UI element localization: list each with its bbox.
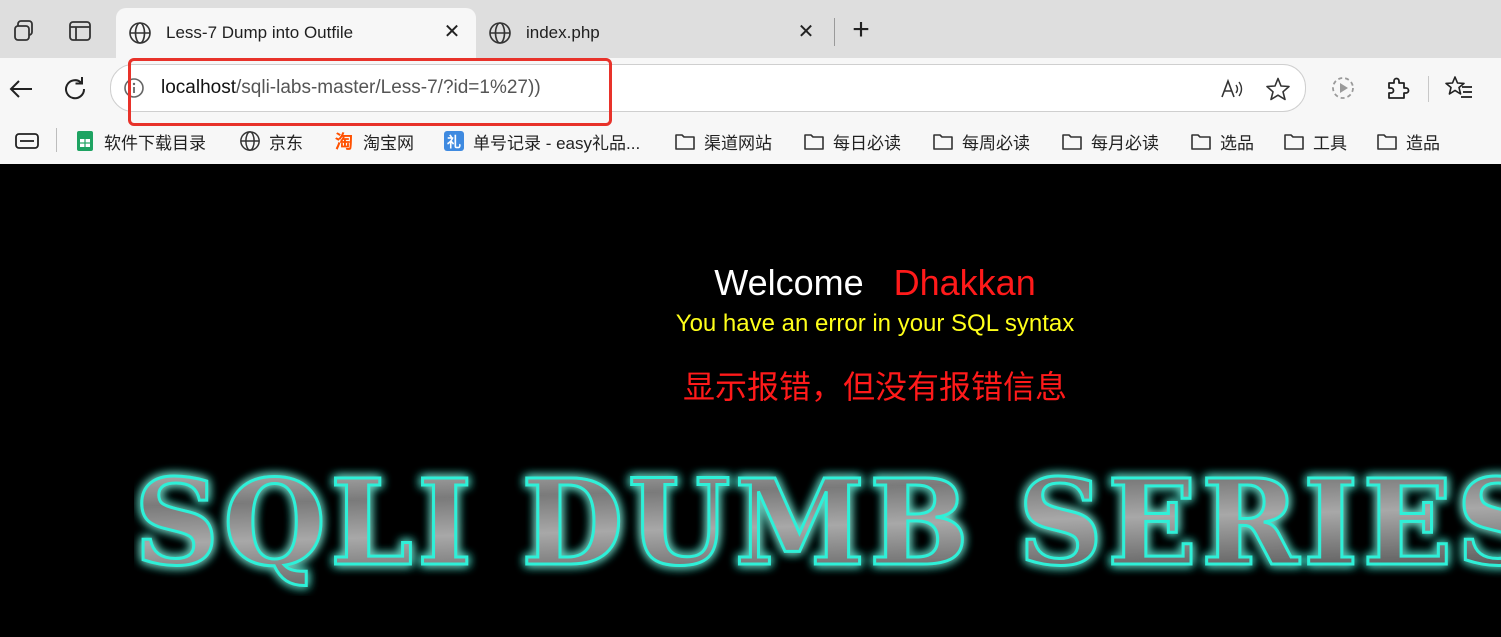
sql-error-message: You have an error in your SQL syntax xyxy=(675,310,1075,337)
bookmark-folder-selection[interactable]: 选品 xyxy=(1190,128,1254,154)
close-tab-icon[interactable]: ✕ xyxy=(442,22,462,42)
read-aloud-icon[interactable] xyxy=(1219,76,1245,102)
bookmarks-divider xyxy=(56,128,57,152)
vertical-tabs-icon[interactable] xyxy=(67,18,93,44)
globe-icon xyxy=(240,131,260,151)
url-path: /sqli-labs-master/Less-7/?id=1%27)) xyxy=(236,77,541,98)
sheet-icon xyxy=(77,131,93,151)
bookmark-label: 淘宝网 xyxy=(363,133,414,153)
url-host: localhost xyxy=(161,77,236,98)
welcome-line: Welcome Dhakkan xyxy=(0,262,1501,304)
taobao-icon: 淘 xyxy=(335,131,353,152)
bookmark-label: 每月必读 xyxy=(1091,133,1159,153)
tab-title: Less-7 Dump into Outfile xyxy=(166,23,354,42)
collections-icon[interactable] xyxy=(14,130,40,152)
bookmark-easy-gift[interactable]: 礼 单号记录 - easy礼品... xyxy=(443,128,640,154)
back-arrow-icon[interactable] xyxy=(6,74,36,104)
page-content: Welcome Dhakkan You have an error in your… xyxy=(0,164,1501,637)
gift-icon: 礼 xyxy=(444,131,464,151)
tab-less-7[interactable]: Less-7 Dump into Outfile ✕ xyxy=(116,8,476,58)
folder-icon xyxy=(933,134,953,150)
folder-icon xyxy=(1377,134,1397,150)
toolbar: localhost/sqli-labs-master/Less-7/?id=1%… xyxy=(0,58,1501,118)
address-bar[interactable]: localhost/sqli-labs-master/Less-7/?id=1%… xyxy=(110,64,1306,112)
globe-icon xyxy=(129,22,151,44)
bookmark-label: 工具 xyxy=(1313,133,1347,153)
svg-text:礼: 礼 xyxy=(447,134,461,151)
bookmark-software[interactable]: 软件下载目录 xyxy=(74,128,206,154)
url-text[interactable]: localhost/sqli-labs-master/Less-7/?id=1%… xyxy=(161,77,541,99)
folder-icon xyxy=(1284,134,1304,150)
bookmark-folder-daily[interactable]: 每日必读 xyxy=(803,128,901,154)
bookmark-folder-monthly[interactable]: 每月必读 xyxy=(1061,128,1159,154)
bookmark-folder-tools[interactable]: 工具 xyxy=(1283,128,1347,154)
welcome-text: Welcome xyxy=(714,262,864,303)
bookmark-label: 京东 xyxy=(269,133,303,153)
annotation-note: 显示报错，但没有报错信息 xyxy=(682,369,1067,405)
bookmark-folder-making[interactable]: 造品 xyxy=(1376,128,1440,154)
bookmark-label: 软件下载目录 xyxy=(104,133,206,153)
media-control-icon[interactable] xyxy=(1328,73,1358,103)
tab-strip: Less-7 Dump into Outfile ✕ index.php ✕ + xyxy=(0,0,1501,58)
bookmark-jd[interactable]: 京东 xyxy=(239,128,303,154)
globe-icon xyxy=(489,22,511,44)
toolbar-divider xyxy=(1428,76,1429,102)
bookmark-taobao[interactable]: 淘 淘宝网 xyxy=(333,128,414,154)
bookmark-label: 渠道网站 xyxy=(704,133,772,153)
svg-text:淘: 淘 xyxy=(335,131,353,152)
bookmark-label: 造品 xyxy=(1406,133,1440,153)
refresh-icon[interactable] xyxy=(60,74,90,104)
tab-index-php[interactable]: index.php ✕ xyxy=(476,8,830,58)
extensions-icon[interactable] xyxy=(1383,73,1413,103)
new-tab-button[interactable]: + xyxy=(846,15,876,46)
bookmark-label: 每日必读 xyxy=(833,133,901,153)
site-info-icon[interactable] xyxy=(123,77,145,99)
user-name: Dhakkan xyxy=(893,262,1036,303)
favorites-icon[interactable] xyxy=(1444,73,1474,103)
folder-icon xyxy=(1062,134,1082,150)
banner-text: SQLI DUMB SERIES-7 xyxy=(134,453,1501,592)
workspaces-icon[interactable] xyxy=(12,18,38,44)
close-tab-icon[interactable]: ✕ xyxy=(796,22,816,42)
bookmark-folder-channels[interactable]: 渠道网站 xyxy=(674,128,772,154)
favorite-star-icon[interactable] xyxy=(1265,76,1291,102)
bookmark-label: 每周必读 xyxy=(962,133,1030,153)
tab-divider xyxy=(834,18,835,46)
bookmark-label: 选品 xyxy=(1220,133,1254,153)
folder-icon xyxy=(804,134,824,150)
bookmarks-bar: 软件下载目录 京东 淘 淘宝网 礼 单号记录 - easy礼品... 渠道网站 … xyxy=(0,118,1501,164)
sqli-dumb-series-banner: SQLI DUMB SERIES-7 xyxy=(134,452,1501,594)
bookmark-label: 单号记录 - easy礼品... xyxy=(473,133,641,153)
folder-icon xyxy=(1191,134,1211,150)
folder-icon xyxy=(675,134,695,150)
tab-title: index.php xyxy=(526,23,600,42)
bookmark-folder-weekly[interactable]: 每周必读 xyxy=(932,128,1030,154)
